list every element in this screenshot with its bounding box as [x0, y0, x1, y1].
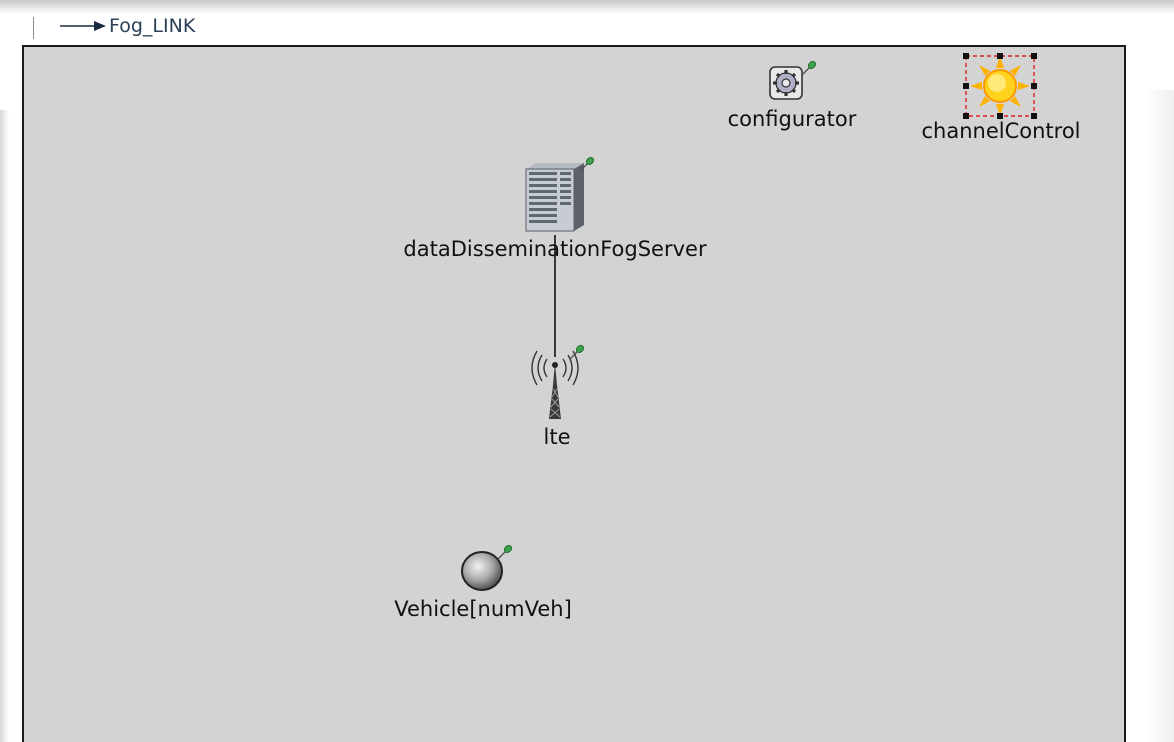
fog-link-connection-tool[interactable]: Fog_LINK: [60, 14, 195, 38]
fog-link-label: Fog_LINK: [109, 15, 196, 37]
sun-icon: [963, 53, 1037, 119]
vehicle-label: Vehicle[numVeh]: [394, 597, 572, 621]
fog-server-module[interactable]: dataDisseminationFogServer: [403, 156, 707, 261]
vehicle-module[interactable]: Vehicle[numVeh]: [394, 541, 572, 621]
network-canvas[interactable]: configurator channelControl dataDissemin…: [22, 45, 1126, 742]
channel-control-module[interactable]: channelControl: [921, 53, 1081, 143]
top-shade: [0, 0, 1174, 14]
pin-icon: [569, 344, 585, 360]
lte-module[interactable]: lte: [522, 344, 592, 449]
channel-control-label: channelControl: [921, 119, 1081, 143]
configurator-module[interactable]: configurator: [728, 60, 856, 131]
lte-label: lte: [543, 425, 571, 449]
pin-icon: [497, 544, 513, 560]
toolbar-separator: [33, 17, 34, 39]
right-edge-shade: [1144, 90, 1174, 742]
pin-icon: [579, 156, 595, 172]
pin-icon: [801, 60, 817, 76]
arrow-right-icon: [60, 21, 106, 31]
fog-server-label: dataDisseminationFogServer: [403, 237, 707, 261]
configurator-label: configurator: [727, 107, 857, 131]
left-edge-shade: [0, 110, 9, 742]
